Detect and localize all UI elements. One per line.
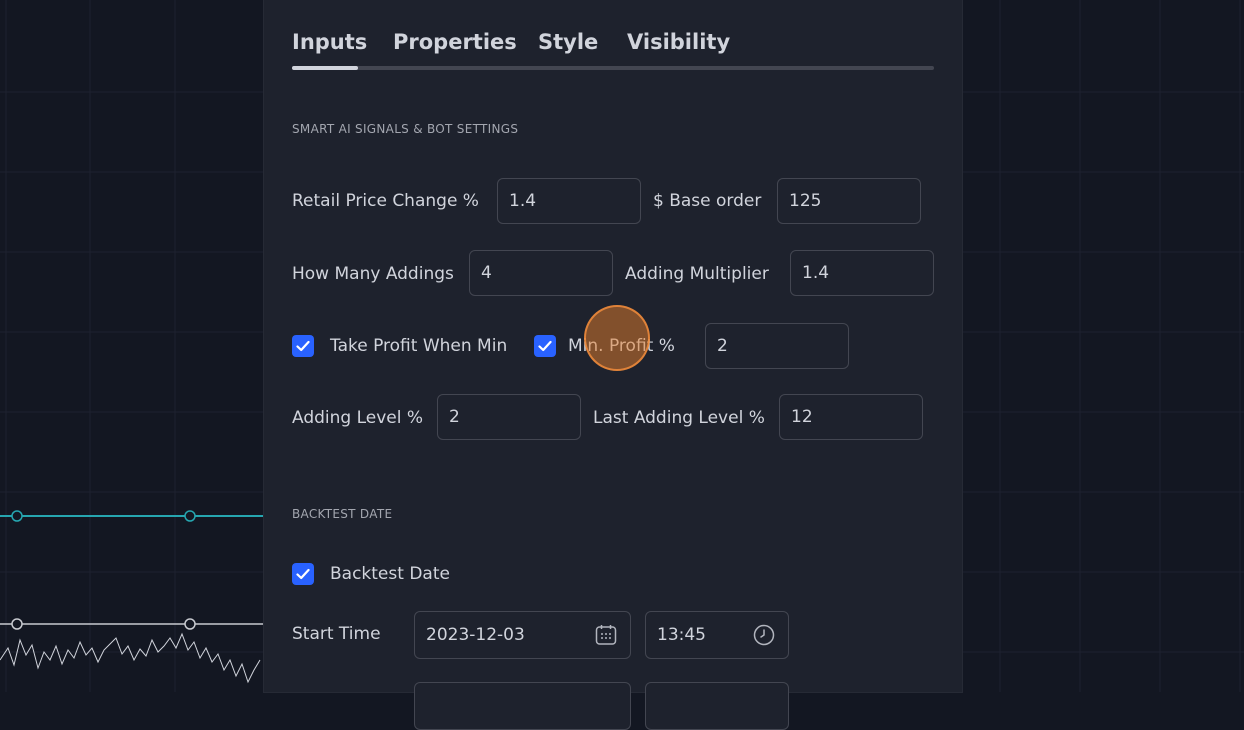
how-many-addings-value: 4	[481, 263, 492, 283]
calendar-icon[interactable]	[594, 623, 618, 647]
how-many-addings-label: How Many Addings	[292, 264, 454, 284]
base-order-input[interactable]: 125	[777, 178, 921, 224]
backtest-date-checkbox[interactable]	[292, 563, 314, 585]
take-profit-when-min-checkbox[interactable]	[292, 335, 314, 357]
end-time-input[interactable]	[645, 682, 789, 730]
backtest-date-label: Backtest Date	[330, 564, 450, 584]
end-date-input[interactable]	[414, 682, 631, 730]
click-highlight-cursor	[584, 305, 650, 371]
retail-price-change-label: Retail Price Change %	[292, 191, 479, 211]
check-icon	[538, 340, 552, 352]
adding-level-value: 2	[449, 407, 460, 427]
white-drawing-line[interactable]	[0, 618, 264, 630]
retail-price-change-input[interactable]: 1.4	[497, 178, 641, 224]
tab-inputs[interactable]: Inputs	[292, 30, 367, 54]
start-date-input[interactable]: 2023-12-03	[414, 611, 631, 659]
check-icon	[296, 568, 310, 580]
start-time-value: 13:45	[657, 625, 706, 645]
check-icon	[296, 340, 310, 352]
min-profit-checkbox[interactable]	[534, 335, 556, 357]
last-adding-level-input[interactable]: 12	[779, 394, 923, 440]
how-many-addings-input[interactable]: 4	[469, 250, 613, 296]
last-adding-level-label: Last Adding Level %	[593, 408, 765, 428]
price-series	[0, 632, 261, 684]
last-adding-level-value: 12	[791, 407, 813, 427]
base-order-value: 125	[789, 191, 822, 211]
adding-level-input[interactable]: 2	[437, 394, 581, 440]
start-time-input[interactable]: 13:45	[645, 611, 789, 659]
section-title-backtest: BACKTEST DATE	[292, 507, 393, 521]
adding-level-label: Adding Level %	[292, 408, 424, 428]
clock-icon[interactable]	[752, 623, 776, 647]
active-tab-indicator	[292, 66, 358, 70]
start-date-value: 2023-12-03	[426, 625, 525, 645]
teal-drawing-line[interactable]	[0, 510, 264, 522]
retail-price-change-value: 1.4	[509, 191, 537, 211]
base-order-label: $ Base order	[653, 191, 762, 211]
start-time-label: Start Time	[292, 624, 381, 644]
adding-multiplier-label: Adding Multiplier	[625, 264, 769, 284]
min-profit-input[interactable]: 2	[705, 323, 849, 369]
section-title-smart-ai: SMART AI SIGNALS & BOT SETTINGS	[292, 122, 519, 136]
adding-multiplier-input[interactable]: 1.4	[790, 250, 934, 296]
take-profit-when-min-label: Take Profit When Min	[330, 336, 508, 356]
tab-visibility[interactable]: Visibility	[627, 30, 730, 54]
tab-style[interactable]: Style	[538, 30, 598, 54]
tab-properties[interactable]: Properties	[393, 30, 517, 54]
min-profit-value: 2	[717, 336, 728, 356]
tab-track	[292, 66, 934, 70]
adding-multiplier-value: 1.4	[802, 263, 830, 283]
